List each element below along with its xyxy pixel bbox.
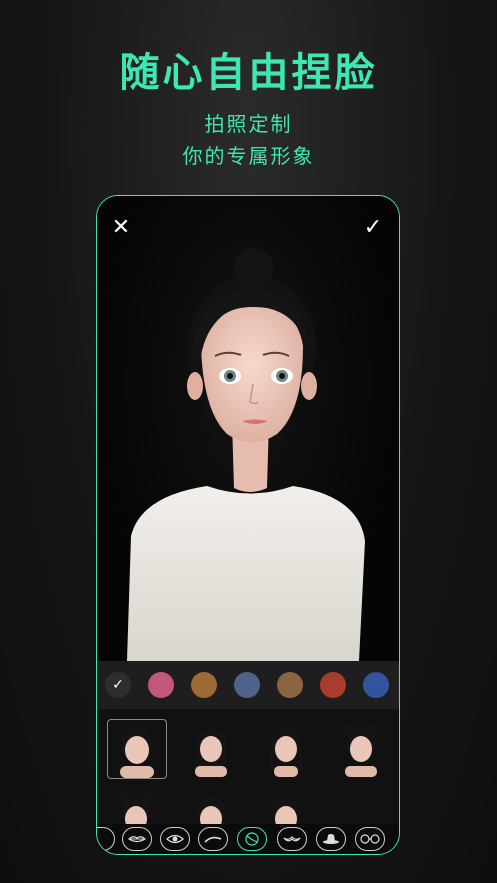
subtitle-line-2: 你的专属形象	[182, 144, 315, 168]
eye-icon[interactable]	[160, 827, 190, 851]
color-swatch[interactable]	[191, 672, 217, 698]
color-swatch[interactable]	[148, 672, 174, 698]
hairstyle-option[interactable]	[107, 789, 167, 824]
hairstyle-option[interactable]	[332, 719, 392, 779]
headline: 随心自由捏脸	[119, 50, 378, 96]
hair-icon[interactable]	[237, 827, 267, 851]
avatar-viewport[interactable]: ✕ ✓	[97, 196, 399, 661]
color-swatch[interactable]	[277, 672, 303, 698]
avatar-3d	[127, 248, 365, 661]
close-icon[interactable]: ✕	[109, 216, 133, 240]
glasses-icon[interactable]	[355, 827, 385, 851]
color-swatch[interactable]	[234, 672, 260, 698]
hairstyle-option[interactable]	[182, 789, 242, 824]
check-icon[interactable]: ✓	[361, 216, 385, 240]
hairstyle-option[interactable]	[257, 789, 317, 824]
lips-icon[interactable]	[122, 827, 152, 851]
color-swatch[interactable]	[363, 672, 389, 698]
hairstyle-grid	[97, 709, 399, 824]
hairstyle-option[interactable]	[257, 719, 317, 779]
color-swatch-selected[interactable]: ✓	[105, 672, 131, 698]
subtitle-line-1: 拍照定制	[204, 112, 293, 136]
partial-tab-icon[interactable]	[97, 827, 115, 851]
hairstyle-option[interactable]	[182, 719, 242, 779]
color-palette: ✓	[97, 661, 399, 709]
eyebrow-icon[interactable]	[198, 827, 228, 851]
color-swatch[interactable]	[320, 672, 346, 698]
category-tabbar	[97, 824, 399, 854]
phone-frame: ✕ ✓ ✓	[96, 195, 400, 855]
mustache-icon[interactable]	[277, 827, 307, 851]
hat-icon[interactable]	[316, 827, 346, 851]
hairstyle-option-selected[interactable]	[107, 719, 167, 779]
